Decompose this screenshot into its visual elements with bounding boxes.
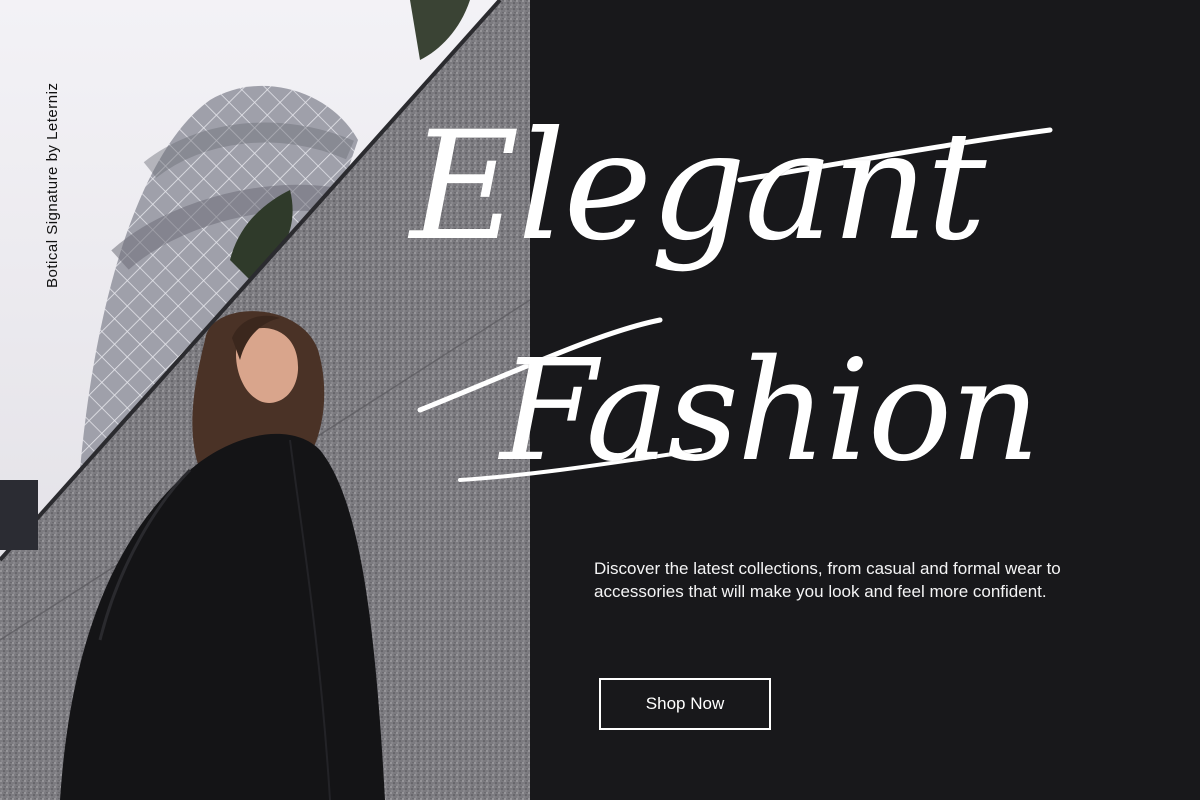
headline-line-2: Fashion	[500, 330, 1040, 493]
fashion-banner: Botical Signature by Leterniz Elegant Fa…	[0, 0, 1200, 800]
description-text: Discover the latest collections, from ca…	[594, 559, 1061, 601]
font-credit: Botical Signature by Leterniz	[44, 82, 61, 288]
shop-now-button[interactable]: Shop Now	[599, 678, 771, 730]
headline-line-1: Elegant	[410, 100, 987, 274]
shop-now-label: Shop Now	[645, 694, 725, 713]
headline: Elegant Fashion	[400, 80, 1060, 580]
